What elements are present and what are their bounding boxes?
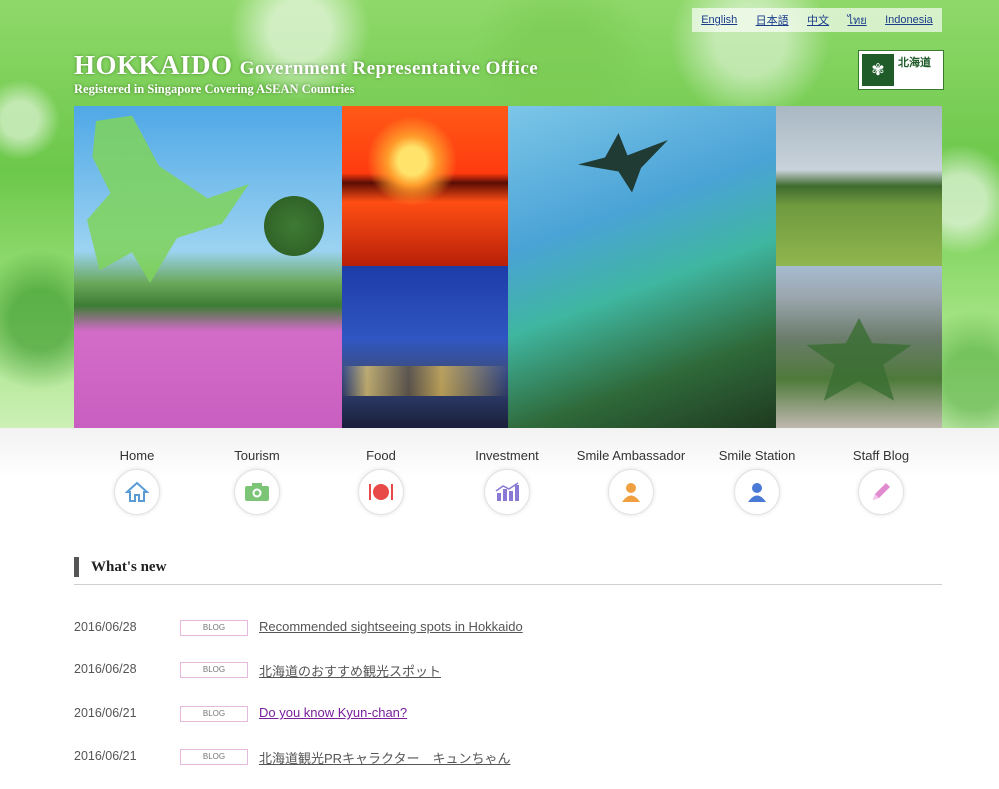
news-heading: What's new: [74, 557, 166, 577]
news-link[interactable]: 北海道のおすすめ観光スポット: [259, 661, 441, 680]
nav-smile-station-label: Smile Station: [718, 448, 796, 463]
news-badge: BLOG: [180, 706, 248, 722]
nav-investment[interactable]: Investment: [444, 447, 570, 515]
language-switcher: English 日本語 中文 ไทย Indonesia: [692, 8, 942, 32]
hokkaido-map-shape: [87, 115, 249, 283]
hokkaido-logo[interactable]: ✾ 北海道: [858, 50, 944, 90]
news-item: 2016/06/28 BLOG 北海道のおすすめ観光スポット: [74, 660, 942, 680]
star-fort-shape: [806, 318, 912, 401]
flying-penguin-shape: [578, 133, 668, 193]
nav-smile-ambassador-label: Smile Ambassador: [576, 448, 686, 463]
chart-icon[interactable]: [484, 469, 530, 515]
pencil-icon[interactable]: [858, 469, 904, 515]
news-divider: [74, 584, 942, 585]
nav-food-label: Food: [366, 448, 396, 463]
hokkaido-logo-text: 北海道: [898, 57, 931, 69]
main-nav: Home Tourism Food Investment Smile Ambas…: [74, 447, 942, 517]
news-date: 2016/06/21: [74, 749, 137, 763]
site-subtitle: Registered in Singapore Covering ASEAN C…: [74, 82, 355, 96]
news-item: 2016/06/21 BLOG 北海道観光PRキャラクター キュンちゃん: [74, 747, 942, 767]
news-item: 2016/06/28 BLOG Recommended sightseeing …: [74, 618, 942, 638]
nav-tourism-label: Tourism: [234, 448, 280, 463]
news-badge: BLOG: [180, 620, 248, 636]
lang-indonesian[interactable]: Indonesia: [885, 14, 933, 26]
hokkaido-emblem-icon: ✾: [862, 54, 894, 86]
nav-staff-blog[interactable]: Staff Blog: [818, 447, 944, 515]
person-icon[interactable]: [734, 469, 780, 515]
photo-penguins: [508, 106, 776, 428]
photo-night-canal: [342, 266, 508, 428]
nav-food[interactable]: Food: [318, 447, 444, 515]
nav-home-label: Home: [119, 448, 155, 463]
news-link[interactable]: Do you know Kyun-chan?: [259, 705, 407, 720]
person-icon[interactable]: [608, 469, 654, 515]
photo-sunset-sea: [342, 106, 508, 266]
lang-japanese[interactable]: 日本語: [756, 12, 789, 28]
lang-thai[interactable]: ไทย: [847, 11, 866, 29]
dining-icon[interactable]: [358, 469, 404, 515]
news-item: 2016/06/21 BLOG Do you know Kyun-chan?: [74, 704, 942, 724]
photo-sheep-field: [776, 106, 942, 266]
news-date: 2016/06/28: [74, 620, 137, 634]
news-badge: BLOG: [180, 749, 248, 765]
nav-staff-blog-label: Staff Blog: [852, 448, 910, 463]
hero-photo-collage: [74, 106, 942, 428]
camera-icon[interactable]: [234, 469, 280, 515]
lang-english[interactable]: English: [701, 14, 737, 26]
tree-shape: [264, 196, 324, 256]
lang-chinese[interactable]: 中文: [807, 12, 829, 28]
canal-lights: [342, 366, 508, 396]
news-badge: BLOG: [180, 662, 248, 678]
site-title-rest: Government Representative Office: [239, 58, 539, 79]
nav-investment-label: Investment: [475, 448, 539, 463]
news-date: 2016/06/21: [74, 706, 137, 720]
nav-home[interactable]: Home: [74, 447, 200, 515]
nav-smile-station[interactable]: Smile Station: [694, 447, 820, 515]
news-date: 2016/06/28: [74, 662, 137, 676]
site-title-lead: HOKKAIDO: [74, 50, 233, 80]
house-icon[interactable]: [114, 469, 160, 515]
nav-tourism[interactable]: Tourism: [194, 447, 320, 515]
nav-smile-ambassador[interactable]: Smile Ambassador: [568, 447, 694, 515]
photo-goryokaku-fort: [776, 266, 942, 428]
photo-moss-phlox-map: [74, 106, 342, 428]
news-link[interactable]: Recommended sightseeing spots in Hokkaid…: [259, 619, 523, 634]
news-link[interactable]: 北海道観光PRキャラクター キュンちゃん: [259, 748, 511, 767]
site-title[interactable]: HOKKAIDO Government Representative Offic…: [74, 50, 538, 81]
